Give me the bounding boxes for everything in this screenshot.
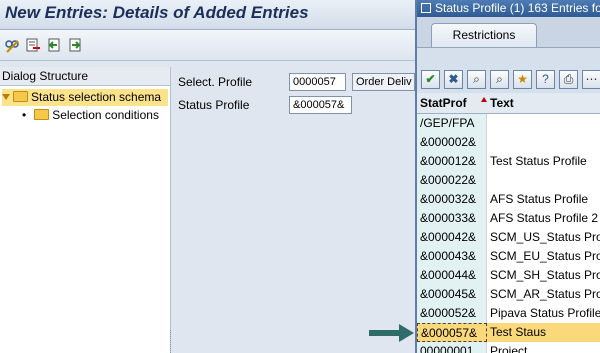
column-header-statprof[interactable]: StatProf <box>420 93 467 113</box>
sort-ascending-icon <box>481 97 487 102</box>
cell-text: AFS Status Profile 2 <box>490 211 599 225</box>
cell-statprof: &000012& <box>417 152 487 171</box>
cell-statprof: &000033& <box>417 209 487 228</box>
popup-toolbar: ✔ ✖ ⌕ ⌕ ★ ? ⎙ ⋯ <box>417 66 600 92</box>
table-row[interactable]: &000002& <box>417 133 600 152</box>
cell-text <box>490 171 600 190</box>
popup-tabstrip: Restrictions <box>417 17 600 48</box>
delete-icon[interactable] <box>25 37 41 53</box>
table-row[interactable]: &000045&SCM_AR_Status Profile <box>417 285 600 304</box>
status-profile-label: Status Profile <box>178 98 250 112</box>
help-icon[interactable]: ? <box>536 70 555 89</box>
cell-statprof: &000022& <box>417 171 487 190</box>
tree-item-status-selection-schema[interactable]: Status selection schema <box>2 89 168 106</box>
table-row[interactable]: &000033& AFS Status Profile 2 <box>417 209 600 228</box>
status-profile-field[interactable]: &000057& <box>289 96 352 114</box>
confirm-icon[interactable]: ✔ <box>421 70 440 89</box>
window-icon <box>421 3 431 13</box>
table-row[interactable]: &000052& Pipava Status Profile <box>417 304 600 323</box>
next-entry-icon[interactable] <box>67 37 83 53</box>
cell-text: SCM_US_Status Profile <box>490 230 600 244</box>
table-row[interactable]: /GEP/FPA <box>417 114 600 133</box>
table-row[interactable]: &000042&SCM_US_Status Profile <box>417 228 600 247</box>
status-profile-popup: Status Profile (1) 163 Entries found Res… <box>415 0 600 353</box>
cell-statprof: &000032& <box>417 190 487 209</box>
print-icon[interactable]: ⎙ <box>559 70 578 89</box>
cell-statprof: &000044& <box>417 266 487 285</box>
page-title: New Entries: Details of Added Entries <box>5 3 309 22</box>
pointer-arrow-icon <box>369 324 414 342</box>
cell-text: Test Status Profile <box>490 154 587 168</box>
dialog-structure-panel: Dialog Structure Status selection schema… <box>0 67 171 353</box>
find-icon[interactable]: ⌕ <box>467 70 486 89</box>
folder-icon <box>34 109 50 120</box>
cell-text: SCM_SH_Status Profile <box>490 268 600 282</box>
cell-text: SCM_AR_Status Profile <box>490 287 600 301</box>
select-profile-description: Order Deliv <box>352 73 415 91</box>
table-row[interactable]: &000032& AFS Status Profile <box>417 190 600 209</box>
table-row[interactable]: &000022& <box>417 171 600 190</box>
cell-statprof: 00000001 <box>417 342 487 353</box>
previous-entry-icon[interactable] <box>46 37 62 53</box>
table-row[interactable]: &000044&SCM_SH_Status Profile <box>417 266 600 285</box>
popup-title-bar: Status Profile (1) 163 Entries found <box>417 0 600 17</box>
cancel-icon[interactable]: ✖ <box>444 70 463 89</box>
folder-open-icon <box>13 91 28 102</box>
find-next-icon[interactable]: ⌕ <box>490 70 509 89</box>
cell-statprof: /GEP/FPA <box>417 114 487 133</box>
cell-text: AFS Status Profile <box>490 192 589 206</box>
cell-text <box>490 114 600 133</box>
cell-statprof: &000052& <box>417 304 487 323</box>
select-profile-field[interactable]: 0000057 <box>289 73 346 91</box>
dialog-structure-header: Dialog Structure <box>0 67 170 86</box>
table-row[interactable]: &000012& Test Status Profile <box>417 152 600 171</box>
select-profile-label: Select. Profile <box>178 75 253 89</box>
bullet-icon: • <box>22 108 27 122</box>
tab-restrictions[interactable]: Restrictions <box>431 23 537 47</box>
tree-item-label: Selection conditions <box>52 108 159 122</box>
cell-statprof: &000043& <box>417 247 487 266</box>
column-header-text[interactable]: Text <box>490 93 514 113</box>
tree-item-selection-conditions[interactable]: • Selection conditions <box>22 107 168 124</box>
cell-statprof: &000057& <box>417 323 487 342</box>
detail-fields: Select. Profile 0000057 Order Deliv Stat… <box>172 67 415 353</box>
cell-text: SCM_EU_Status Profile <box>490 249 600 263</box>
favorites-icon[interactable]: ★ <box>513 70 532 89</box>
results-table: StatProf Text /GEP/FPA &000002& &000012&… <box>417 93 600 353</box>
cell-statprof: &000045& <box>417 285 487 304</box>
table-row[interactable]: 00000001 Project <box>417 342 600 353</box>
tree-item-label: Status selection schema <box>31 90 162 104</box>
cell-text <box>490 133 600 152</box>
cell-text: Pipava Status Profile <box>490 306 600 320</box>
cell-statprof: &000042& <box>417 228 487 247</box>
cell-text: Project <box>490 344 528 353</box>
expand-triangle-icon[interactable] <box>2 94 10 100</box>
table-row[interactable]: &000043&SCM_EU_Status Profile <box>417 247 600 266</box>
main-toolbar <box>0 30 415 61</box>
popup-title: Status Profile (1) 163 Entries found <box>435 1 600 15</box>
table-row-selected[interactable]: &000057& Test Staus <box>417 323 600 342</box>
more-icon[interactable]: ⋯ <box>582 70 600 89</box>
table-header: StatProf Text <box>417 93 600 114</box>
cell-statprof: &000002& <box>417 133 487 152</box>
display-change-icon[interactable] <box>4 37 20 53</box>
cell-text: Test Staus <box>490 325 547 339</box>
